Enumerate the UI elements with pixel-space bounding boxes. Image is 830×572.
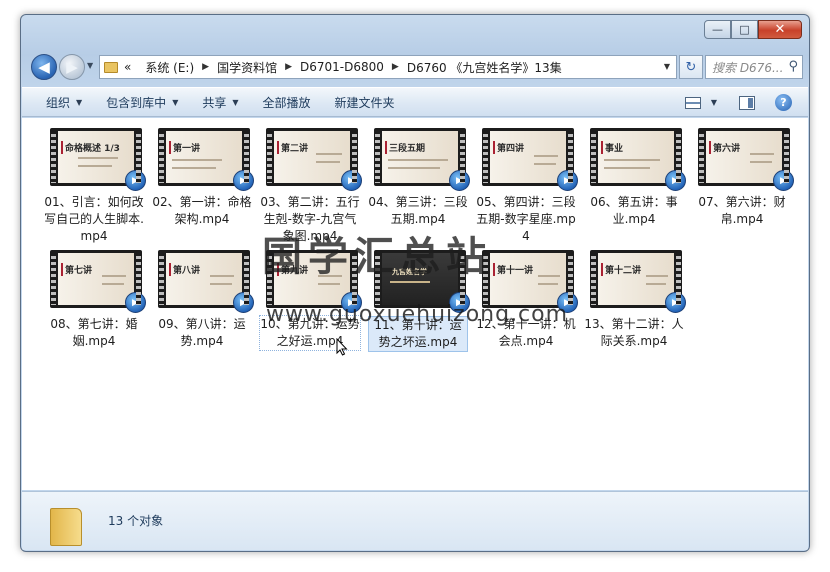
item-count: 13 个对象 [108,514,164,528]
media-player-icon: ▶ [449,170,470,191]
command-toolbar: 组织 ▼ 包含到库中 ▼ 共享 ▼ 全部播放 新建文件夹 ▼ ? [22,87,808,117]
file-item[interactable]: 第十二讲 ▶ 13、第十二讲：人际关系.mp4 [584,250,686,350]
caption-buttons: — □ ✕ [704,20,802,39]
video-thumbnail: 事业 ▶ [590,128,686,191]
address-bar[interactable]: « 系统 (E:) ▶ 国学资料馆 ▶ D6701-D6800 ▶ D6760 … [99,55,677,79]
view-options-dropdown-icon[interactable]: ▼ [711,98,717,107]
file-name: 13、第十二讲：人际关系.mp4 [584,317,684,348]
video-thumbnail: 第六讲 ▶ [698,128,794,191]
file-item[interactable]: 第七讲 ▶ 08、第七讲：婚姻.mp4 [44,250,146,350]
back-button[interactable]: ◀ [31,54,57,80]
file-item[interactable]: 命格概述 1/3 ▶ 01、引言：如何改写自己的人生脚本.mp4 [44,128,146,245]
media-player-icon: ▶ [665,170,686,191]
thumbnail-title: 事业 [601,141,623,154]
chevron-right-icon[interactable]: ▶ [202,62,209,72]
breadcrumb-overflow[interactable]: « [124,60,131,74]
file-name: 04、第三讲：三段五期.mp4 [368,195,468,226]
video-thumbnail: 命格概述 1/3 ▶ [50,128,146,191]
file-name: 07、第六讲：财帛.mp4 [698,195,786,226]
mouse-cursor-icon [336,338,348,356]
media-player-icon: ▶ [665,292,686,313]
file-name: 02、第一讲：命格架构.mp4 [152,195,252,226]
explorer-window: — □ ✕ ◀ ▶ ▼ « 系统 (E:) ▶ 国学资料馆 ▶ D6701-D6… [20,14,810,552]
thumbnail-title: 命格概述 1/3 [61,141,120,154]
toolbar-right: ▼ ? [684,94,792,111]
chevron-right-icon[interactable]: ▶ [392,62,399,72]
video-thumbnail: 第十二讲 ▶ [590,250,686,313]
file-name: 01、引言：如何改写自己的人生脚本.mp4 [44,195,144,243]
video-thumbnail: 第八讲 ▶ [158,250,254,313]
chevron-down-icon: ▼ [172,97,179,107]
refresh-button[interactable]: ↻ [679,55,703,79]
media-player-icon: ▶ [341,170,362,191]
chevron-right-icon[interactable]: ▶ [285,62,292,72]
file-item[interactable]: 第八讲 ▶ 09、第八讲：运势.mp4 [152,250,254,350]
file-item[interactable]: 事业 ▶ 06、第五讲：事业.mp4 [584,128,686,228]
thumbnail-title: 第二讲 [277,141,308,154]
watermark-url: www.guoxuehuizong.com [266,302,569,327]
recent-pages-dropdown-icon[interactable]: ▼ [87,61,93,70]
video-thumbnail: 第四讲 ▶ [482,128,578,191]
play-all-button[interactable]: 全部播放 [263,94,311,111]
file-item[interactable]: 第六讲 ▶ 07、第六讲：财帛.mp4 [692,128,794,228]
search-input[interactable]: 搜索 D676... ⚲ [705,55,803,79]
thumbnail-title: 第六讲 [709,141,740,154]
folder-icon [104,61,118,73]
new-folder-label: 新建文件夹 [334,95,395,110]
play-all-label: 全部播放 [262,95,311,110]
media-player-icon: ▶ [233,292,254,313]
file-name: 08、第七讲：婚姻.mp4 [50,317,138,348]
media-player-icon: ▶ [125,292,146,313]
thumbnail-title: 第十一讲 [493,263,533,276]
video-thumbnail: 第七讲 ▶ [50,250,146,313]
thumbnail-title: 第四讲 [493,141,524,154]
file-item[interactable]: 三段五期 ▶ 04、第三讲：三段五期.mp4 [368,128,470,228]
search-icon[interactable]: ⚲ [788,59,798,74]
share-menu[interactable]: 共享 ▼ [202,94,238,111]
breadcrumb-folder-library[interactable]: 国学资料馆 [217,59,277,76]
include-in-library-menu[interactable]: 包含到库中 ▼ [106,94,178,111]
thumbnail-title: 三段五期 [385,141,425,154]
breadcrumb-drive[interactable]: 系统 (E:) [145,59,194,76]
watermark-text: 国学汇总站 [262,234,492,280]
media-player-icon: ▶ [233,170,254,191]
new-folder-button[interactable]: 新建文件夹 [335,94,395,111]
folder-icon [50,508,82,546]
file-name: 09、第八讲：运势.mp4 [158,317,246,348]
help-icon[interactable]: ? [775,94,792,111]
thumbnail-title: 第一讲 [169,141,200,154]
preview-pane-icon[interactable] [739,95,755,110]
details-pane: 13 个对象 [22,491,808,550]
address-dropdown-icon[interactable]: ▼ [664,62,670,71]
thumbnail-title: 第十二讲 [601,263,641,276]
video-thumbnail: 第二讲 ▶ [266,128,362,191]
video-thumbnail: 三段五期 ▶ [374,128,470,191]
video-thumbnail: 第十一讲 ▶ [482,250,578,313]
media-player-icon: ▶ [125,170,146,191]
thumbnail-title: 第八讲 [169,263,200,276]
breadcrumb-current-folder[interactable]: D6760 《九宫姓名学》13集 [407,59,562,76]
minimize-button[interactable]: — [704,20,731,39]
forward-button[interactable]: ▶ [59,54,85,80]
breadcrumb-folder-range[interactable]: D6701-D6800 [300,60,384,74]
share-label: 共享 [202,95,227,110]
close-button[interactable]: ✕ [758,20,802,39]
navigation-row: ◀ ▶ ▼ « 系统 (E:) ▶ 国学资料馆 ▶ D6701-D6800 ▶ … [29,53,803,83]
video-thumbnail: 第一讲 ▶ [158,128,254,191]
search-placeholder: 搜索 D676... [712,60,784,75]
include-in-library-label: 包含到库中 [106,95,167,110]
file-name: 06、第五讲：事业.mp4 [590,195,678,226]
organize-label: 组织 [46,95,71,110]
file-item[interactable]: 第一讲 ▶ 02、第一讲：命格架构.mp4 [152,128,254,228]
thumbnail-title: 第七讲 [61,263,92,276]
organize-menu[interactable]: 组织 ▼ [46,94,82,111]
change-view-icon[interactable] [684,96,701,109]
media-player-icon: ▶ [557,170,578,191]
media-player-icon: ▶ [773,170,794,191]
maximize-button[interactable]: □ [731,20,758,39]
chevron-down-icon: ▼ [232,97,239,107]
chevron-down-icon: ▼ [76,97,83,107]
